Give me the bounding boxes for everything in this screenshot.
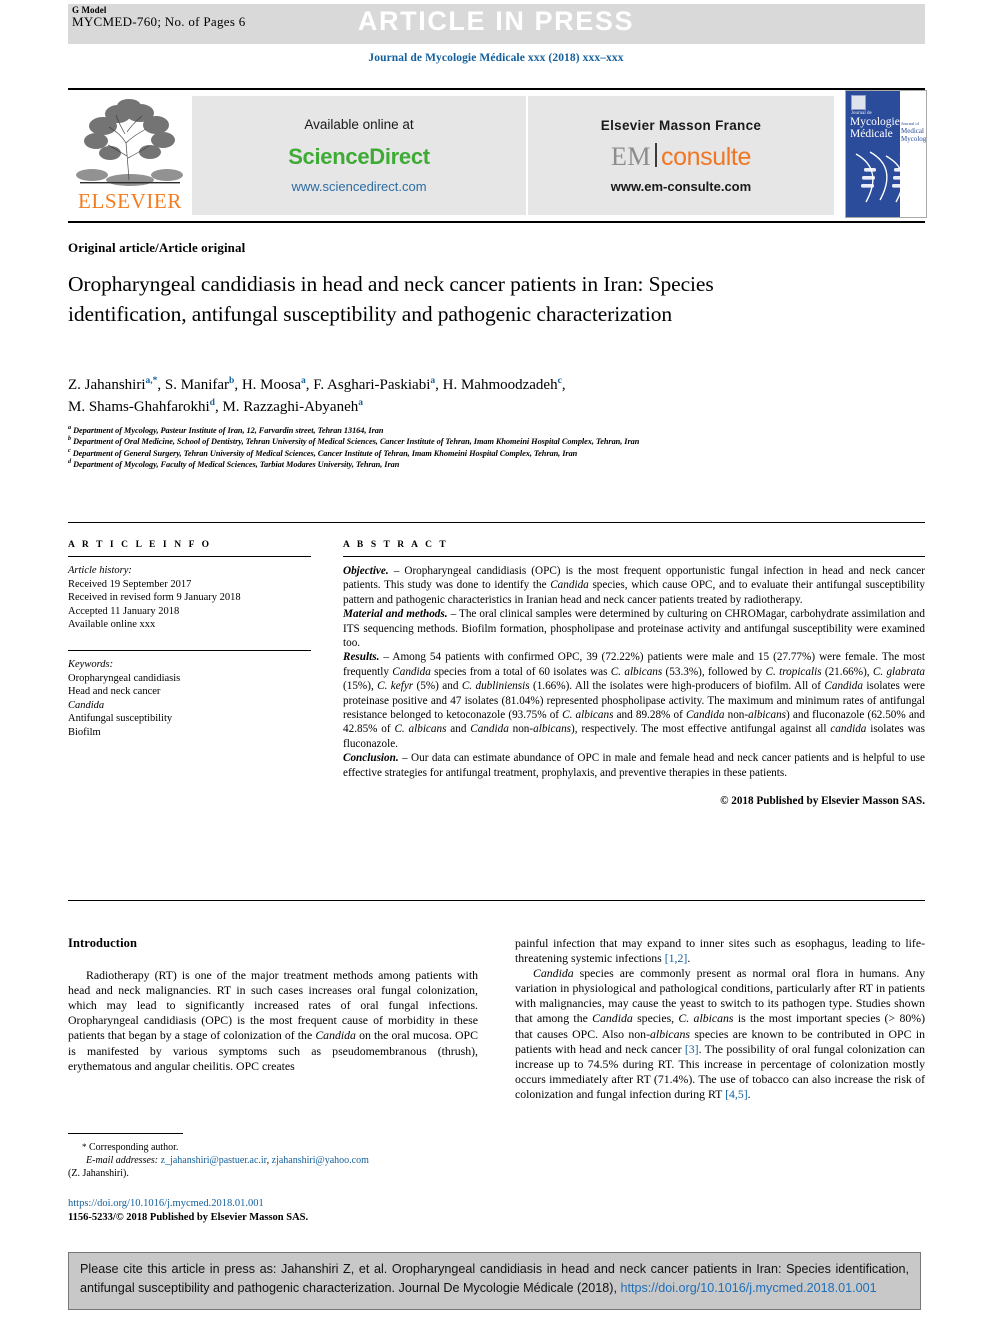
elsevier-wordmark: ELSEVIER: [78, 189, 182, 213]
elsevier-masson-label: Elsevier Masson France: [600, 117, 762, 133]
keyword-item: Biofilm: [68, 726, 101, 738]
author-line-1: Z. Jahanshiria,*, S. Manifarb, H. Moosaa…: [68, 376, 566, 393]
email-link-secondary[interactable]: zjahanshiri@yahoo.com: [272, 1155, 369, 1166]
cover-side-prefix: Journal of: [901, 121, 920, 126]
abstract-objective: Objective. – Oropharyngeal candidiasis (…: [343, 564, 925, 607]
abstract-results-text: – Among 54 patients with confirmed OPC, …: [343, 651, 926, 750]
email-link-primary[interactable]: z_jahanshiri@pastuer.ac.ir: [161, 1155, 267, 1166]
footnote-rule: [68, 1133, 183, 1134]
abstract-methods: Material and methods. – The oral clinica…: [343, 607, 925, 650]
article-history-label: Article history:: [68, 565, 132, 576]
cover-title-line1: Mycologie: [850, 116, 900, 128]
abstract-objective-label: Objective.: [343, 565, 389, 577]
keywords-label: Keywords:: [68, 658, 114, 670]
keyword-item: Antifungal susceptibility: [68, 713, 173, 725]
article-history-block: Article history: Received 19 September 2…: [68, 564, 311, 632]
affiliation-list: a Department of Mycology, Pasteur Instit…: [68, 425, 868, 471]
footnote-block: * Corresponding author. E-mail addresses…: [68, 1133, 478, 1181]
affiliation-item: a Department of Mycology, Pasteur Instit…: [68, 424, 384, 435]
page-title: Oropharyngeal candidiasis in head and ne…: [68, 272, 714, 326]
elsevier-tree-icon: [72, 96, 188, 188]
abstract-column: A B S T R A C T Objective. – Oropharynge…: [343, 540, 925, 809]
abstract-results-label: Results.: [343, 651, 380, 664]
article-info-column: A R T I C L E I N F O Article history: R…: [68, 540, 311, 740]
abstract-heading: A B S T R A C T: [343, 540, 449, 550]
email-addresses-label: E-mail addresses:: [86, 1155, 159, 1167]
email-owner-label: (Z. Jahanshiri).: [68, 1168, 129, 1180]
doi-link[interactable]: https://doi.org/10.1016/j.mycmed.2018.01…: [68, 1197, 498, 1211]
introduction-paragraph: painful infection that may expand to inn…: [515, 936, 925, 966]
issn-copyright-line: 1156-5233/© 2018 Published by Elsevier M…: [68, 1212, 309, 1223]
history-item: Accepted 11 January 2018: [68, 605, 180, 617]
cover-title-line2: Médicale: [850, 128, 893, 140]
keyword-item: Head and neck cancer: [68, 686, 161, 698]
banner-bottom-rule: [68, 221, 925, 223]
corresponding-author-label: Corresponding author.: [89, 1142, 179, 1153]
author-list: Z. Jahanshiria,*, S. Manifarb, H. Moosaa…: [68, 374, 858, 418]
cover-society-logo-icon: [851, 95, 866, 110]
introduction-left-column: Introduction Radiotherapy (RT) is one of…: [68, 936, 478, 1074]
sciencedirect-panel[interactable]: Available online at ScienceDirect www.sc…: [192, 96, 526, 215]
cite-doi-link[interactable]: https://doi.org/10.1016/j.mycmed.2018.01…: [620, 1281, 876, 1295]
article-in-press-text: ARTICLE IN PRESS: [357, 6, 635, 36]
keywords-block: Keywords: Oropharyngeal candidiasis Head…: [68, 658, 311, 740]
em-logo-left-text: EM: [611, 141, 652, 171]
em-consulte-panel[interactable]: Elsevier Masson France EM consulte www.e…: [528, 96, 834, 215]
cover-side-line1: Medical: [901, 127, 924, 135]
article-info-divider: [68, 556, 311, 557]
history-item: Available online xxx: [68, 619, 156, 631]
abstract-block-top-rule: [68, 522, 925, 523]
corresponding-author-note: * Corresponding author.: [68, 1141, 478, 1154]
abstract-copyright: © 2018 Published by Elsevier Masson SAS.: [720, 795, 925, 808]
keyword-item: Candida: [68, 699, 105, 711]
available-online-label: Available online at: [304, 117, 414, 132]
abstract-objective-text: – Oropharyngeal candidiasis (OPC) is the…: [343, 565, 925, 606]
em-logo-divider: [655, 142, 658, 167]
history-item: Received in revised form 9 January 2018: [68, 592, 241, 604]
elsevier-logo: ELSEVIER: [72, 96, 188, 215]
introduction-heading: Introduction: [68, 936, 138, 950]
email-addresses-note: E-mail addresses: z_jahanshiri@pastuer.a…: [86, 1155, 369, 1167]
sciencedirect-url-link[interactable]: www.sciencedirect.com: [291, 179, 426, 194]
article-type-label: Original article/Article original: [68, 240, 246, 255]
journal-cover-thumbnail: Journal de Mycologie Médicale Journal of…: [845, 90, 927, 218]
asterisk-icon: *: [82, 1142, 87, 1152]
keywords-divider: [68, 649, 311, 651]
introduction-right-column: painful infection that may expand to inn…: [515, 936, 925, 1102]
affiliation-item: d Department of Mycology, Faculty of Med…: [68, 458, 400, 470]
article-page: G Model MYCMED-760; No. of Pages 6 ARTIC…: [0, 0, 992, 1323]
em-consulte-wordmark: EM consulte: [611, 141, 751, 172]
article-info-heading: A R T I C L E I N F O: [68, 540, 212, 550]
em-consulte-url-link[interactable]: www.em-consulte.com: [611, 179, 751, 194]
abstract-conclusion-label: Conclusion.: [343, 752, 399, 765]
cover-side-line2: Mycology: [901, 135, 927, 143]
cover-journal-title: Mycologie Médicale: [850, 116, 900, 140]
affiliation-item: c Department of General Surgery, Tehran …: [68, 447, 578, 458]
introduction-paragraph: Radiotherapy (RT) is one of the major tr…: [68, 968, 478, 1073]
abstract-conclusion-text: – Our data can estimate abundance of OPC…: [343, 752, 925, 779]
banner-top-rule: [68, 88, 925, 90]
author-line-2: M. Shams-Ghahfarokhid, M. Razzaghi-Abyan…: [68, 398, 363, 415]
history-item: Received 19 September 2017: [68, 578, 192, 590]
cover-side-title: Medical Mycology: [901, 127, 927, 143]
keyword-item: Oropharyngeal candidiasis: [68, 672, 181, 684]
abstract-methods-label: Material and methods.: [343, 608, 448, 621]
journal-citation-line: Journal de Mycologie Médicale xxx (2018)…: [368, 52, 624, 64]
em-logo-right-text: consulte: [661, 142, 751, 171]
doi-block: https://doi.org/10.1016/j.mycmed.2018.01…: [68, 1197, 498, 1225]
abstract-block-bottom-rule: [68, 900, 925, 901]
abstract-conclusion: Conclusion. – Our data can estimate abun…: [343, 751, 925, 780]
introduction-paragraph: Candida species are commonly present as …: [515, 966, 926, 1101]
affiliation-item: b Department of Oral Medicine, School of…: [68, 435, 640, 447]
abstract-body: Objective. – Oropharyngeal candidiasis (…: [343, 564, 925, 809]
cite-this-article-text: Please cite this article in press as: Ja…: [80, 1260, 909, 1298]
sciencedirect-wordmark: ScienceDirect: [288, 144, 430, 169]
cover-dna-illustration: [855, 151, 918, 203]
abstract-divider: [343, 556, 925, 557]
abstract-results: Results. – Among 54 patients with confir…: [343, 650, 925, 751]
